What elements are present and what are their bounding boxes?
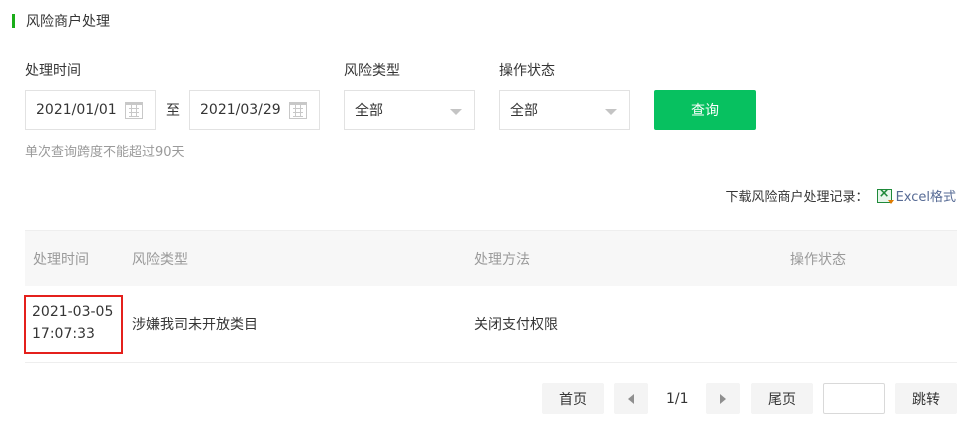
- risk-type-cell: 涉嫌我司未开放类目: [132, 317, 258, 333]
- start-date-value: 2021/01/01: [36, 102, 117, 118]
- chevron-right-icon: [720, 393, 726, 404]
- calendar-icon[interactable]: [289, 102, 307, 119]
- start-date-picker[interactable]: 2021/01/01: [25, 90, 156, 130]
- records-table: 处理时间 风险类型 处理方法 操作状态 2021-03-05 17:07:33 …: [24, 230, 957, 363]
- download-label: 下载风险商户处理记录：: [725, 190, 869, 205]
- risk-type-select[interactable]: 全部: [344, 90, 475, 130]
- chevron-down-icon: [605, 109, 617, 115]
- prev-page-button[interactable]: [614, 383, 648, 414]
- chevron-left-icon: [628, 393, 634, 404]
- risk-type-filter-label: 风险类型: [344, 63, 400, 79]
- date-range-separator: 至: [166, 103, 180, 119]
- date-range-hint: 单次查询跨度不能超过90天: [25, 145, 185, 160]
- column-header-status: 操作状态: [790, 251, 846, 268]
- risk-type-selected: 全部: [355, 103, 383, 119]
- time-filter-label: 处理时间: [25, 63, 81, 79]
- status-select[interactable]: 全部: [499, 90, 630, 130]
- end-date-picker[interactable]: 2021/03/29: [189, 90, 320, 130]
- first-page-button[interactable]: 首页: [542, 383, 604, 414]
- section-header: 风险商户处理: [12, 12, 110, 30]
- status-selected: 全部: [510, 103, 538, 119]
- column-header-risk-type: 风险类型: [132, 251, 188, 268]
- section-accent-bar: [12, 14, 15, 28]
- next-page-button[interactable]: [706, 383, 740, 414]
- method-cell: 关闭支付权限: [474, 317, 558, 333]
- highlighted-time-cell: 2021-03-05 17:07:33: [24, 295, 123, 354]
- excel-icon[interactable]: [876, 186, 894, 204]
- jump-page-input[interactable]: [823, 383, 885, 414]
- table-row: 2021-03-05 17:07:33 涉嫌我司未开放类目 关闭支付权限: [24, 286, 957, 363]
- status-filter-label: 操作状态: [499, 63, 555, 79]
- page-indicator: 1/1: [666, 390, 689, 407]
- column-header-method: 处理方法: [474, 251, 530, 268]
- table-header: 处理时间 风险类型 处理方法 操作状态: [25, 230, 957, 286]
- last-page-button[interactable]: 尾页: [751, 383, 813, 414]
- end-date-value: 2021/03/29: [200, 102, 281, 118]
- page-title: 风险商户处理: [26, 14, 110, 30]
- download-row: 下载风险商户处理记录： Excel格式: [725, 186, 956, 206]
- query-button[interactable]: 查询: [654, 90, 756, 130]
- chevron-down-icon: [450, 109, 462, 115]
- jump-button[interactable]: 跳转: [895, 383, 957, 414]
- column-header-time: 处理时间: [33, 251, 89, 268]
- calendar-icon[interactable]: [125, 102, 143, 119]
- excel-download-link[interactable]: Excel格式: [896, 186, 956, 205]
